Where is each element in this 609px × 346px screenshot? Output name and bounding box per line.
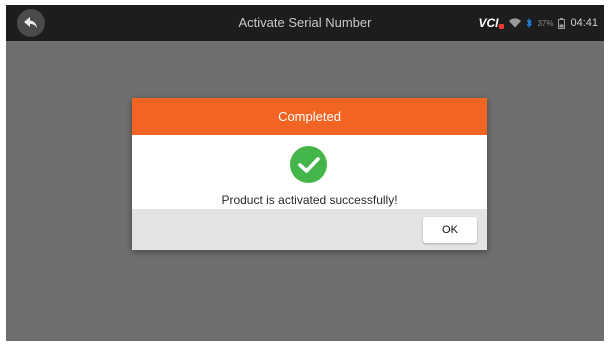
wifi-icon — [509, 18, 522, 28]
vci-indicator: VCI — [478, 16, 505, 30]
dialog-message: Product is activated successfully! — [221, 193, 398, 207]
top-bar: Activate Serial Number VCI 37% 04:41 — [6, 5, 604, 41]
device-screen: Activate Serial Number VCI 37% 04:41 Com… — [6, 5, 604, 341]
success-check-icon — [290, 146, 327, 183]
status-bar: VCI 37% 04:41 — [478, 5, 598, 41]
clock: 04:41 — [570, 17, 598, 29]
battery-icon — [558, 17, 566, 29]
battery-percent: 37% — [537, 18, 554, 28]
dialog-footer: OK — [132, 209, 487, 250]
dialog-title: Completed — [132, 98, 487, 135]
ok-button[interactable]: OK — [423, 217, 477, 243]
bluetooth-icon — [527, 18, 533, 28]
completion-dialog: Completed Product is activated successfu… — [132, 98, 487, 250]
